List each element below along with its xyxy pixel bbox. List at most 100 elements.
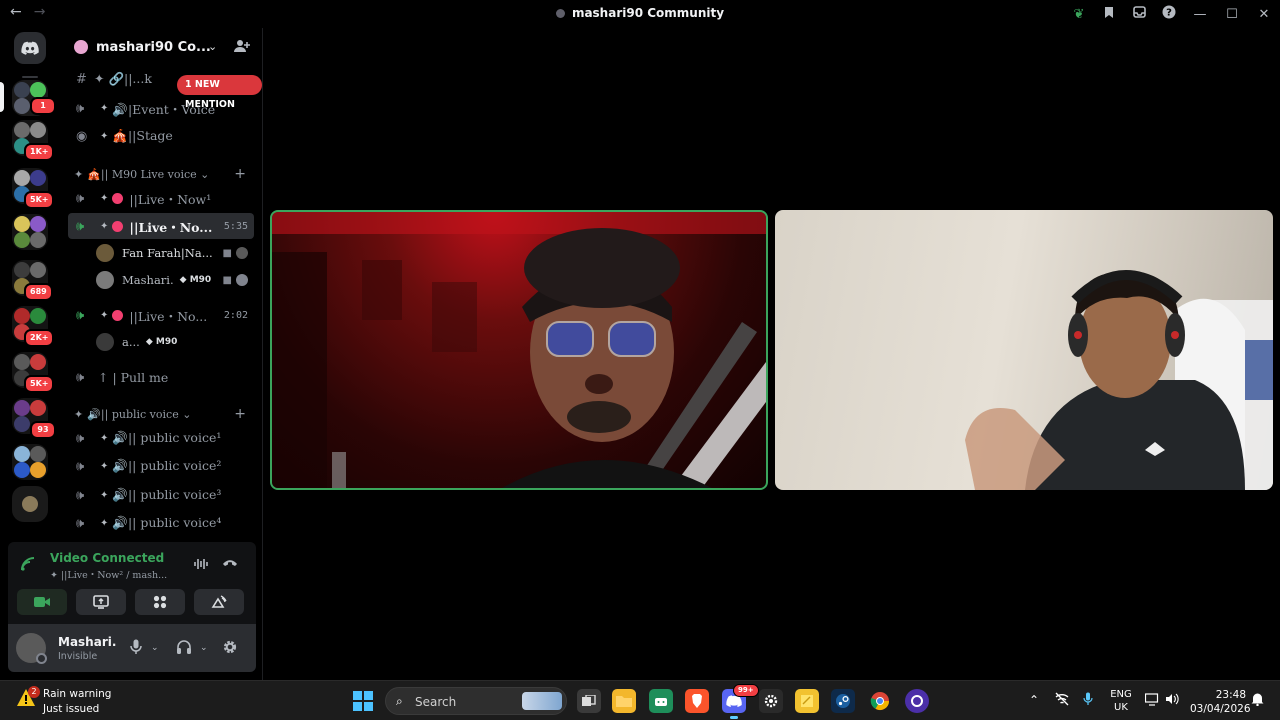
window-title-text: mashari90 Community <box>571 6 725 20</box>
discord-home-button[interactable] <box>14 32 46 64</box>
sparkle-icon: ✦ <box>100 220 109 232</box>
emoji-icon <box>236 274 248 286</box>
chevron-down-icon[interactable]: ⌄ <box>208 40 217 53</box>
disconnect-icon[interactable] <box>222 556 238 572</box>
create-channel-icon[interactable]: + <box>234 406 246 422</box>
clock-date: 03/04/2026 <box>1190 703 1251 715</box>
noise-suppression-icon[interactable] <box>194 558 208 574</box>
voice-user[interactable]: Mashari. ◆ M90 ■ <box>96 269 254 291</box>
activities-button[interactable] <box>135 589 185 615</box>
channel-live-now-1[interactable]: 🕪 ✦ ||Live・Now¹ <box>68 185 254 211</box>
nav-arrows: ← → <box>10 4 45 20</box>
system-clock[interactable]: 23:48 03/04/2026 <box>1190 688 1251 716</box>
file-explorer-icon[interactable] <box>612 689 636 713</box>
live-dot <box>112 309 124 321</box>
bookmark-icon[interactable] <box>1094 6 1124 23</box>
category-public-voice[interactable]: ✦ 🔊|| public voice ⌄ + <box>74 405 254 423</box>
webcam-feed-red-room <box>272 212 766 488</box>
input-language-indicator[interactable]: ENG UK <box>1108 688 1134 714</box>
unread-badge: 5K+ <box>24 375 55 393</box>
voice-status-title[interactable]: Video Connected <box>50 551 164 565</box>
forward-button[interactable]: → <box>34 4 46 20</box>
camera-button[interactable] <box>17 589 67 615</box>
clock-time: 23:48 <box>1215 689 1246 701</box>
server-folder-9[interactable] <box>12 444 48 480</box>
volume-icon[interactable] <box>1165 693 1179 708</box>
inbox-icon[interactable] <box>1124 6 1154 22</box>
unread-badge: 93 <box>30 421 56 439</box>
chevron-up-icon[interactable]: ⌃ <box>1029 693 1039 707</box>
unread-badge: 1 <box>30 97 56 115</box>
brave-browser-icon[interactable] <box>685 689 709 713</box>
clan-tag: ◆ M90 <box>179 275 212 285</box>
gear-icon[interactable] <box>222 639 238 659</box>
channel-live-now-3[interactable]: 🕪 ✦ ||Live・No... 2:02 <box>68 302 254 328</box>
server-folder-4[interactable] <box>12 214 48 250</box>
speaker-icon: 🕪 <box>76 369 85 385</box>
soundboard-icon <box>211 595 227 608</box>
channel-label: ||Live・Now¹ <box>129 191 212 207</box>
video-tile-mashari[interactable] <box>775 210 1273 490</box>
voice-user[interactable]: a... ◆ M90 <box>96 331 254 353</box>
new-mention-banner[interactable]: 1 NEW MENTION <box>177 75 262 110</box>
steelseries-icon[interactable] <box>759 689 783 713</box>
headphones-icon[interactable] <box>176 639 192 658</box>
user-panel: Mashari. Invisible ⌄ ⌄ <box>8 624 256 672</box>
channel-live-now-2[interactable]: 🕪 ✦ ||Live・No... 5:35 <box>68 213 254 239</box>
voice-user[interactable]: Fan Farah|Na... ■ <box>96 242 254 264</box>
voice-channel-path[interactable]: ✦ ||Live・Now² / mash... <box>50 567 167 581</box>
speaker-icon: 🕪 <box>76 430 85 446</box>
create-channel-icon[interactable]: + <box>234 166 246 182</box>
maximize-button[interactable]: ☐ <box>1216 7 1248 22</box>
windows-start-button[interactable] <box>353 691 373 711</box>
help-icon[interactable]: ? <box>1154 5 1184 23</box>
channel-public-voice-3[interactable]: 🕪 ✦ 🔊|| public voice³ <box>68 482 254 508</box>
sparkle-icon: ✦ <box>74 167 84 181</box>
speaker-icon: 🕪 <box>76 100 85 116</box>
voice-user-name: Mashari. <box>122 273 174 287</box>
notification-bell-icon[interactable] <box>1251 692 1264 709</box>
network-off-icon[interactable] <box>1055 692 1069 709</box>
channel-stage[interactable]: ◉ ✦ 🎪||Stage <box>68 123 254 149</box>
category-m90-live-voice[interactable]: ✦ 🎪|| M90 Live voice ⌄ + <box>74 165 254 183</box>
microphone-tray-icon[interactable] <box>1083 692 1093 709</box>
sparkle-icon: ✦ <box>100 309 109 321</box>
speaker-icon: 🕪 <box>76 307 85 323</box>
share-screen-button[interactable] <box>76 589 126 615</box>
wifi-monitor-icon[interactable] <box>1144 693 1159 709</box>
channel-label: ↑ | Pull me <box>98 369 169 385</box>
channel-label: 🔊|| public voice³ <box>112 487 222 502</box>
user-name[interactable]: Mashari. <box>58 635 116 649</box>
minimize-button[interactable]: — <box>1184 7 1216 22</box>
video-tile-fan-farah[interactable] <box>270 210 768 490</box>
sticky-notes-icon[interactable] <box>795 689 819 713</box>
channel-public-voice-2[interactable]: 🕪 ✦ 🔊|| public voice² <box>68 453 254 479</box>
channel-public-voice-1[interactable]: 🕪 ✦ 🔊|| public voice¹ <box>68 425 254 451</box>
chrome-icon[interactable] <box>868 689 892 713</box>
taskbar-search[interactable]: ⌕ Search <box>385 687 567 715</box>
channel-event-voice[interactable]: 🕪 ✦ 🔊|Event・Voice <box>68 95 254 121</box>
chevron-down-icon[interactable]: ⌄ <box>151 643 159 653</box>
server-10[interactable] <box>12 486 48 522</box>
app-launcher-icon[interactable] <box>905 689 929 713</box>
channel-label: 🔊|| public voice⁴ <box>112 515 222 530</box>
back-button[interactable]: ← <box>10 4 22 20</box>
android-app-icon[interactable] <box>649 689 673 713</box>
server-icon <box>555 9 565 18</box>
channel-public-voice-4[interactable]: 🕪 ✦ 🔊|| public voice⁴ <box>68 510 254 536</box>
nitro-leaf-icon[interactable]: ❦ <box>1064 7 1094 22</box>
microphone-icon[interactable] <box>130 639 142 659</box>
speaker-icon: 🕪 <box>76 487 85 503</box>
chevron-down-icon[interactable]: ⌄ <box>200 643 208 653</box>
steam-icon[interactable] <box>831 689 855 713</box>
close-button[interactable]: ✕ <box>1248 7 1280 22</box>
invite-people-icon[interactable] <box>234 38 250 54</box>
connection-signal-icon[interactable] <box>20 556 38 574</box>
soundboard-button[interactable] <box>194 589 244 615</box>
activities-icon <box>153 595 167 609</box>
server-name: mashari90 Co... <box>96 39 211 55</box>
weather-subtitle: Just issued <box>43 703 100 715</box>
task-view-icon[interactable] <box>577 689 601 713</box>
server-header[interactable]: mashari90 Co... ⌄ <box>60 28 263 66</box>
channel-pull-me[interactable]: 🕪 ↑ | Pull me <box>68 364 254 390</box>
